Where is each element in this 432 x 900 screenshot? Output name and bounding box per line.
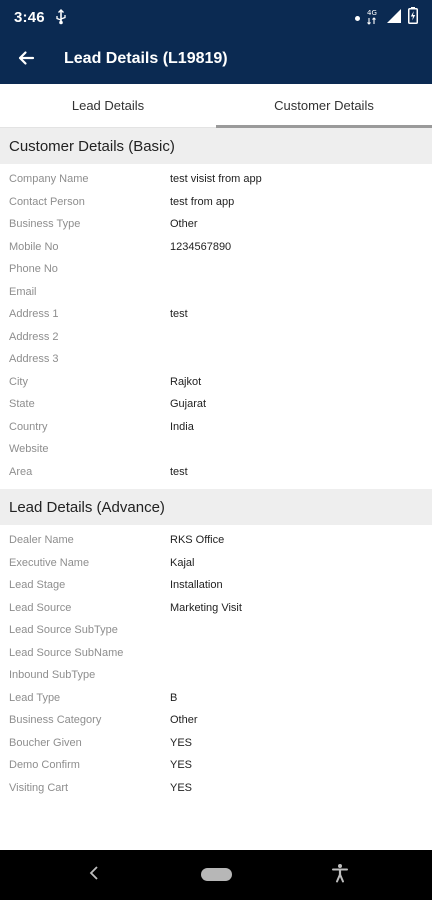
- detail-label: Lead Source SubName: [9, 646, 124, 659]
- back-button[interactable]: [10, 44, 42, 76]
- detail-row: Dealer Name RKS Office: [0, 529, 432, 552]
- detail-row: Website: [0, 438, 432, 461]
- detail-label: Demo Confirm: [9, 759, 80, 772]
- nav-back-button[interactable]: [84, 865, 104, 885]
- battery-charging-icon: [408, 7, 418, 29]
- detail-row: Address 3: [0, 348, 432, 371]
- accessibility-button[interactable]: [329, 863, 351, 888]
- svg-text:4G: 4G: [367, 9, 377, 17]
- detail-label: Address 3: [9, 353, 59, 366]
- detail-value: YES: [170, 759, 193, 772]
- detail-value: YES: [170, 736, 193, 749]
- detail-label: Country: [9, 420, 48, 433]
- detail-value: B: [170, 691, 178, 704]
- detail-row: Contact Person test from app: [0, 191, 432, 214]
- detail-row: Address 2: [0, 326, 432, 349]
- detail-row: Lead Source Marketing Visit: [0, 597, 432, 620]
- signal-icon: [386, 8, 402, 29]
- detail-row: Business Category Other: [0, 709, 432, 732]
- detail-value: RKS Office: [170, 534, 225, 547]
- detail-value: Marketing Visit: [170, 601, 242, 614]
- detail-value: India: [170, 420, 194, 433]
- detail-label: Email: [9, 285, 37, 298]
- detail-row: Lead Type B: [0, 687, 432, 710]
- detail-label: Boucher Given: [9, 736, 82, 749]
- detail-label: Business Category: [9, 714, 102, 727]
- detail-label: Address 1: [9, 308, 59, 321]
- section-header-customer-basic: Customer Details (Basic): [0, 128, 432, 164]
- system-nav-bar: [0, 850, 432, 900]
- detail-label: Inbound SubType: [9, 669, 96, 682]
- detail-label: Lead Source SubType: [9, 624, 118, 637]
- status-icons: 4G: [355, 7, 418, 30]
- detail-label: Company Name: [9, 173, 89, 186]
- usb-icon: [54, 9, 68, 25]
- detail-row: Phone No: [0, 258, 432, 281]
- detail-row: City Rajkot: [0, 371, 432, 394]
- status-bar: 3:46 4G: [0, 0, 432, 36]
- page-title: Lead Details (L19819): [64, 50, 228, 67]
- detail-value: Other: [170, 714, 198, 727]
- detail-value: Gujarat: [170, 398, 207, 411]
- 4g-lte-icon: 4G: [366, 7, 380, 30]
- notification-dot-icon: [355, 15, 360, 21]
- detail-value: Kajal: [170, 556, 195, 569]
- detail-value: test: [170, 308, 188, 321]
- accessibility-icon: [330, 863, 350, 888]
- detail-label: Mobile No: [9, 240, 59, 253]
- app-bar: Lead Details (L19819): [0, 36, 432, 84]
- detail-label: Executive Name: [9, 556, 90, 569]
- detail-label: Address 2: [9, 330, 59, 343]
- detail-row: Email: [0, 281, 432, 304]
- tab-customer-details[interactable]: Customer Details: [216, 84, 432, 128]
- detail-label: Area: [9, 465, 33, 478]
- detail-value: Rajkot: [170, 375, 202, 388]
- detail-label: Contact Person: [9, 195, 85, 208]
- detail-value: Installation: [170, 579, 223, 592]
- detail-value: test: [170, 465, 188, 478]
- arrow-left-icon: [17, 49, 35, 72]
- lead-advance-list: Dealer Name RKS Office Executive Name Kajal…: [0, 525, 432, 805]
- tab-lead-details[interactable]: Lead Details: [0, 84, 216, 127]
- detail-label: Visiting Cart: [9, 781, 69, 794]
- detail-label: Website: [9, 443, 49, 456]
- detail-row: Country India: [0, 416, 432, 439]
- detail-label: City: [9, 375, 28, 388]
- detail-row: Inbound SubType: [0, 664, 432, 687]
- detail-value: test visist from app: [170, 173, 262, 186]
- detail-row: Company Name test visist from app: [0, 168, 432, 191]
- customer-basic-list: Company Name test visist from app Contact …: [0, 164, 432, 489]
- detail-row: Visiting Cart YES: [0, 777, 432, 800]
- detail-label: Phone No: [9, 263, 58, 276]
- detail-value: YES: [170, 781, 193, 794]
- detail-label: Dealer Name: [9, 534, 74, 547]
- detail-row: Area test: [0, 461, 432, 484]
- nav-back-icon: [89, 865, 99, 885]
- detail-label: State: [9, 398, 35, 411]
- section-header-lead-advance: Lead Details (Advance): [0, 489, 432, 525]
- status-time: 3:46: [14, 9, 45, 26]
- detail-row: Lead Source SubType: [0, 619, 432, 642]
- detail-row: Business Type Other: [0, 213, 432, 236]
- detail-row: Mobile No 1234567890: [0, 236, 432, 259]
- detail-value: 1234567890: [170, 240, 232, 253]
- detail-value: Other: [170, 218, 198, 231]
- home-pill-icon[interactable]: [201, 868, 232, 881]
- detail-value: test from app: [170, 195, 235, 208]
- detail-row: Lead Source SubName: [0, 642, 432, 665]
- details-scroll-content[interactable]: Customer Details (Basic) Company Name tes…: [0, 128, 432, 850]
- tab-bar: Lead Details Customer Details: [0, 84, 432, 128]
- detail-row: State Gujarat: [0, 393, 432, 416]
- detail-row: Executive Name Kajal: [0, 552, 432, 575]
- detail-row: Address 1 test: [0, 303, 432, 326]
- detail-row: Lead Stage Installation: [0, 574, 432, 597]
- detail-label: Lead Source: [9, 601, 72, 614]
- detail-label: Lead Stage: [9, 579, 66, 592]
- detail-row: Boucher Given YES: [0, 732, 432, 755]
- detail-row: Demo Confirm YES: [0, 754, 432, 777]
- detail-label: Lead Type: [9, 691, 61, 704]
- detail-label: Business Type: [9, 218, 81, 231]
